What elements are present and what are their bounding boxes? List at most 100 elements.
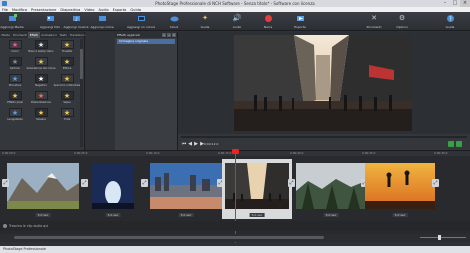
add-photo-button[interactable]: Aggiungi foto xyxy=(40,13,60,30)
tab-media[interactable]: Media xyxy=(0,32,11,38)
fullscreen-button[interactable] xyxy=(456,141,462,147)
timeline-clip[interactable]: 5,0 sec xyxy=(365,159,435,219)
cloud-icon xyxy=(170,14,179,23)
ruler-mark: 0:00:25.0 xyxy=(362,151,376,155)
audio-track[interactable]: Trascina le clip audio qui xyxy=(0,221,470,231)
effect-item[interactable]: ★ Sfocatura xyxy=(2,74,28,91)
timeline-clip-selected[interactable]: 5,0 sec xyxy=(222,159,292,219)
applied-effects-title: Effetti applicati xyxy=(117,33,140,37)
ruler-mark: 0:00:00.0 xyxy=(2,151,16,155)
effect-label: Specchio orizzontale xyxy=(53,84,81,87)
effect-item[interactable]: ★ Pittura xyxy=(54,57,80,74)
effect-label: Negativo xyxy=(35,84,47,87)
effect-label: Tinta xyxy=(63,118,71,121)
add-blank-icon xyxy=(137,14,146,23)
narrate-button[interactable]: Narra xyxy=(260,13,276,30)
cloud-button[interactable]: Cloud xyxy=(166,13,182,30)
effect-item[interactable]: ★ Effetto pixel xyxy=(2,91,28,108)
clip-duration: 5,0 sec xyxy=(105,213,121,217)
timeline-clip[interactable]: 5,0 sec xyxy=(90,159,136,219)
audio-icon xyxy=(3,224,7,228)
tab-strumenti[interactable]: Strumenti xyxy=(11,32,28,38)
tab-transizioni[interactable]: Transizioni xyxy=(68,32,86,38)
record-icon xyxy=(264,14,273,23)
menu-presentazione[interactable]: Presentazione xyxy=(31,8,56,12)
audio-drop-hint: Trascina le clip audio qui xyxy=(3,224,48,228)
menu-audio[interactable]: Audio xyxy=(98,8,108,12)
transition-icon[interactable]: ⤢ xyxy=(2,179,9,187)
remove-effect-button[interactable]: − xyxy=(167,33,171,37)
effect-item[interactable]: ★ Bianco &amp; Nero xyxy=(28,40,54,57)
maximize-button[interactable]: □ xyxy=(450,0,460,7)
svg-text:♪: ♪ xyxy=(75,17,78,23)
export-button[interactable]: Esporta xyxy=(292,13,308,30)
menu-video[interactable]: Video xyxy=(84,8,94,12)
transition-icon[interactable]: ⤢ xyxy=(432,179,439,187)
effect-star-icon: ★ xyxy=(34,57,48,66)
timeline-clip[interactable]: 5,0 sec xyxy=(7,159,79,219)
tab-testo[interactable]: Testo xyxy=(58,32,68,38)
effect-item[interactable]: ★ Cartoon xyxy=(2,57,28,74)
tools-button[interactable]: ✕ Strumenti xyxy=(364,13,384,30)
effect-item[interactable]: ★ Specchio orizzontale xyxy=(54,74,80,91)
effect-item[interactable]: ★ Colori xyxy=(2,40,28,57)
effects-scrollbar[interactable] xyxy=(80,39,83,147)
menu-modifica[interactable]: Modifica xyxy=(12,8,27,12)
audio-icon: 🔊 xyxy=(232,14,242,22)
menu-file[interactable]: File xyxy=(2,8,8,12)
minimize-button[interactable]: – xyxy=(440,0,450,7)
tab-animazioni[interactable]: Animazioni xyxy=(40,32,58,38)
preview-timecode: 0:00:12.0 xyxy=(204,142,219,146)
add-blank-button[interactable]: Aggiungi un colore xyxy=(127,13,155,30)
close-panel-button[interactable]: × xyxy=(172,33,176,37)
effect-star-icon: ★ xyxy=(60,74,74,83)
effect-item[interactable]: ★ Negativo xyxy=(28,74,54,91)
effect-star-icon: ★ xyxy=(8,40,22,49)
clip-thumbnail xyxy=(150,163,222,209)
effect-item[interactable]: ★ Tonalità xyxy=(54,40,80,57)
add-music-button[interactable]: ♪ Aggiungi musica xyxy=(64,13,88,30)
status-bar: PhotoStage Professionale xyxy=(0,246,470,253)
transition-icon[interactable]: ⤢ xyxy=(141,179,148,187)
help-button[interactable]: ? Guida xyxy=(442,13,458,30)
loop-button[interactable] xyxy=(448,141,454,147)
effect-item[interactable]: ★ Tinta xyxy=(54,108,80,125)
clip-duration: 5,0 sec xyxy=(392,213,408,217)
timeline-scrollbar[interactable] xyxy=(0,234,470,242)
menu-guida[interactable]: Guida xyxy=(130,8,141,12)
tab-effetti[interactable]: Effetti xyxy=(28,32,40,38)
menu-diapositiva[interactable]: Diapositiva xyxy=(60,8,80,12)
add-effect-button[interactable]: + xyxy=(162,33,166,37)
close-button[interactable]: × xyxy=(460,0,470,7)
original-image-row[interactable]: Immagine originale xyxy=(117,39,175,44)
effect-item[interactable]: ★ Sepia xyxy=(54,91,80,108)
effect-star-icon: ★ xyxy=(8,108,22,117)
add-color-button[interactable]: Aggiungi colore xyxy=(90,13,114,30)
add-photo-icon xyxy=(46,14,55,23)
timeline-clip[interactable]: 5,0 sec xyxy=(296,159,366,219)
add-media-icon xyxy=(8,14,17,23)
effect-item[interactable]: ★ Levigatezza xyxy=(2,108,28,125)
options-button[interactable]: ⚙ Opzioni xyxy=(392,13,412,30)
preview-seekbar[interactable] xyxy=(181,136,467,138)
audio-button[interactable]: 🔊 Audio xyxy=(229,13,245,30)
effect-star-icon: ★ xyxy=(60,40,74,49)
guide-icon: ✦ xyxy=(202,14,208,22)
clip-thumbnail xyxy=(92,163,134,209)
effect-item[interactable]: ★ Saturazione del colore xyxy=(27,57,56,74)
clip-thumbnail xyxy=(296,163,366,209)
transition-icon[interactable]: ⤢ xyxy=(81,179,88,187)
guide-button[interactable]: ✦ Guida xyxy=(197,13,213,30)
effect-item[interactable]: ★ Soleare xyxy=(28,108,54,125)
timeline-clip[interactable]: 5,0 sec xyxy=(150,159,222,219)
zoom-slider-knob[interactable] xyxy=(438,235,441,240)
transition-icon[interactable]: ⤢ xyxy=(288,179,295,187)
add-media-button[interactable]: Aggiungi Media xyxy=(0,13,24,30)
clip-duration: 5,0 sec xyxy=(323,213,339,217)
add-music-icon: ♪ xyxy=(72,14,81,23)
menu-esporta[interactable]: Esporta xyxy=(113,8,127,12)
options-icon: ⚙ xyxy=(398,14,406,22)
zoom-slider[interactable] xyxy=(420,235,466,240)
scrollbar-thumb[interactable] xyxy=(14,236,324,239)
effect-item[interactable]: ★ Posterizzazione xyxy=(28,91,54,108)
